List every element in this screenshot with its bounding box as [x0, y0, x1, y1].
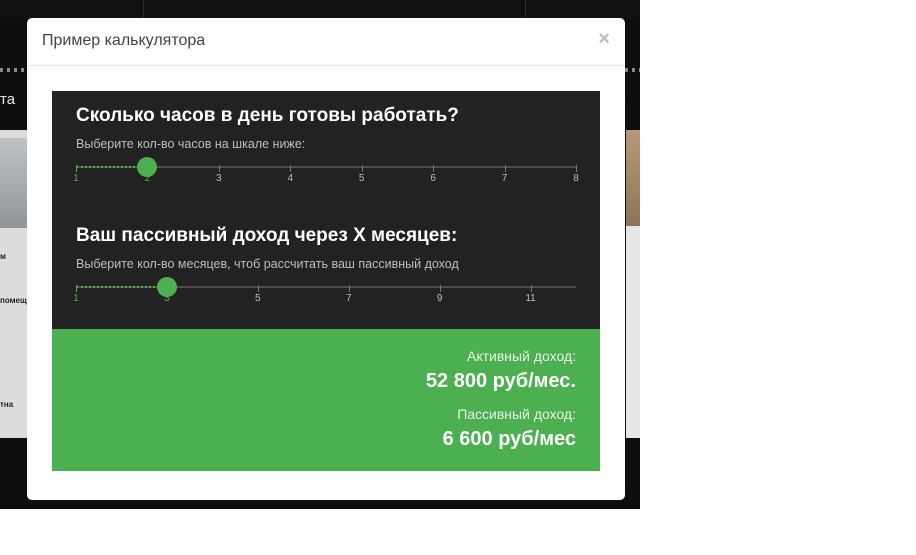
- passive-income-label: Пассивный доход:: [457, 406, 576, 422]
- slider-tick: [257, 285, 259, 292]
- slider-tick: [504, 165, 506, 172]
- slider-tick: [76, 165, 77, 172]
- slider-handle[interactable]: [137, 157, 158, 177]
- passive-income-value: 6 600 руб/мес: [442, 428, 576, 450]
- slider-tick-label: 4: [287, 173, 294, 184]
- background-card-text: помещ: [0, 296, 27, 305]
- slider-tick-label: 9: [436, 293, 443, 304]
- slider-fill: [76, 286, 167, 290]
- hours-hint: Выберите кол-во часов на шкале ниже:: [76, 137, 306, 151]
- slider-tick: [361, 165, 363, 172]
- background-card-text: тна: [0, 400, 14, 409]
- slider-tick: [576, 165, 577, 172]
- hours-section: Сколько часов в день готовы работать? Вы…: [76, 105, 576, 151]
- background-card-left: м помещ тна: [0, 130, 27, 438]
- slider-tick-label: 5: [358, 173, 365, 184]
- slider-tick-label: 1: [73, 293, 79, 304]
- slider-tick: [530, 285, 532, 292]
- months-question: Ваш пассивный доход через X месяцев:: [76, 225, 458, 246]
- close-icon[interactable]: ×: [598, 29, 610, 49]
- months-section: Ваш пассивный доход через X месяцев: Выб…: [76, 225, 576, 271]
- slider-tick-label: 7: [345, 293, 352, 304]
- results-panel: Активный доход: 52 800 руб/мес. Пассивны…: [52, 329, 600, 471]
- calculator-inputs-panel: Сколько часов в день готовы работать? Вы…: [52, 91, 600, 329]
- slider-tick-label: 1: [73, 173, 79, 184]
- slider-tick: [76, 285, 77, 292]
- months-slider[interactable]: 1 3 5 7 9 11: [73, 277, 576, 319]
- background-header: [0, 0, 640, 18]
- slider-tick: [348, 285, 350, 292]
- slider-tick-label: 3: [216, 173, 222, 184]
- slider-tick: [433, 165, 435, 172]
- background-card-text: м: [0, 252, 6, 261]
- hours-slider[interactable]: 12345678: [73, 157, 579, 199]
- slider-tick-label: 11: [525, 293, 536, 304]
- active-income-value: 52 800 руб/мес.: [425, 370, 576, 392]
- slider-tick: [439, 285, 441, 292]
- active-income-label: Активный доход:: [467, 348, 576, 364]
- background-text-fragment: та: [0, 91, 16, 108]
- background-divider: [525, 0, 526, 18]
- slider-tick-label: 7: [501, 173, 508, 184]
- slider-handle[interactable]: [156, 277, 177, 297]
- slider-tick-label: 5: [255, 293, 261, 304]
- background-card-image: [0, 138, 27, 228]
- slider-tick: [218, 165, 220, 172]
- modal-header: Пример калькулятора ×: [27, 18, 625, 66]
- calculator-widget: Сколько часов в день готовы работать? Вы…: [52, 91, 600, 471]
- calculator-modal: Пример калькулятора × Сколько часов в де…: [27, 18, 625, 500]
- hours-question: Сколько часов в день готовы работать?: [76, 105, 459, 126]
- slider-tick-label: 6: [430, 173, 436, 184]
- modal-title: Пример калькулятора: [42, 32, 206, 49]
- slider-tick: [290, 165, 292, 172]
- background-dots: [625, 68, 640, 72]
- months-hint: Выберите кол-во месяцев, чтоб рассчитать…: [76, 257, 459, 271]
- background-card-image: [626, 130, 640, 226]
- slider-tick-label: 8: [573, 173, 579, 184]
- background-divider: [143, 0, 144, 18]
- background-card-right: [626, 130, 640, 438]
